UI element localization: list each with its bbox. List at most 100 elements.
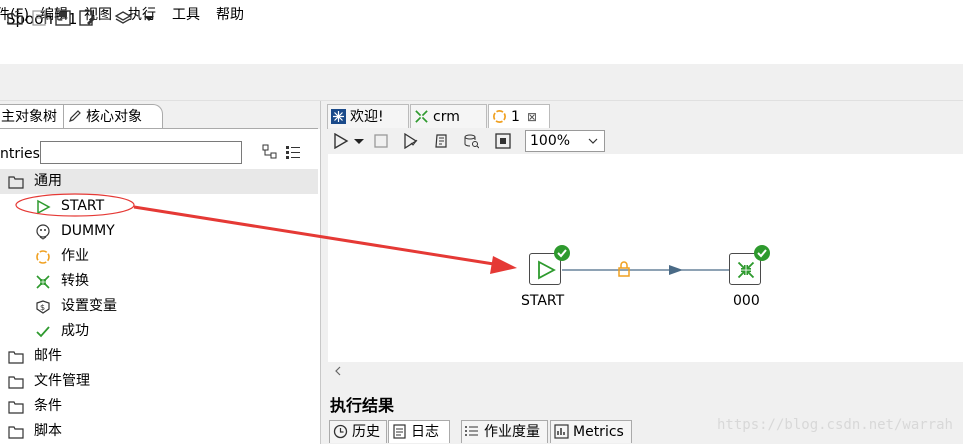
tree-item-dummy[interactable]: DUMMY — [0, 219, 318, 244]
results-title: 执行结果 — [330, 396, 395, 415]
tab-job-metrics-label: 作业度量 — [484, 424, 540, 440]
stop-icon[interactable] — [373, 133, 389, 149]
scroll-left-icon[interactable] — [334, 366, 342, 376]
log-icon — [393, 424, 406, 439]
tree-item-mail[interactable]: 邮件 — [0, 344, 318, 369]
tree-item-conditions[interactable]: 条件 — [0, 394, 318, 419]
tree-item-label: 邮件 — [34, 348, 62, 364]
layers-icon[interactable] — [114, 9, 132, 27]
tab-close-icon[interactable]: ⊠ — [527, 105, 537, 129]
dummy-icon — [36, 224, 50, 240]
menu-bar — [0, 38, 963, 64]
tree-item-label: 成功 — [61, 323, 89, 339]
tab-job-1[interactable]: 1 ⊠ — [488, 104, 550, 129]
database-search-icon[interactable] — [463, 133, 479, 149]
tree-item-label: 转换 — [61, 273, 89, 289]
job-icon — [493, 110, 506, 123]
metrics-icon — [554, 424, 569, 439]
tab-log-label: 日志 — [411, 424, 439, 440]
folder-icon — [8, 176, 24, 189]
tree-item-label: DUMMY — [61, 223, 115, 239]
run-icon[interactable] — [333, 133, 349, 149]
transform-icon — [737, 261, 755, 279]
tree-item-label: START — [61, 198, 105, 214]
folder-icon — [8, 401, 24, 414]
tree-item-scripts[interactable]: 脚本 — [0, 419, 318, 444]
check-job-icon[interactable] — [403, 133, 419, 149]
search-input[interactable] — [40, 141, 242, 164]
tab-metrics-label: Metrics — [573, 424, 624, 440]
fit-screen-icon[interactable] — [495, 133, 511, 149]
folder-icon — [8, 426, 24, 439]
tab-main-object-tree[interactable]: 主对象树 — [0, 104, 66, 129]
tab-crm-label: crm — [433, 109, 460, 125]
tab-history-label: 历史 — [352, 424, 380, 440]
zoom-select[interactable]: 100% — [525, 130, 605, 152]
tab-history[interactable]: 历史 — [329, 420, 387, 443]
job-icon — [36, 250, 50, 264]
open-icon[interactable] — [6, 9, 24, 27]
menu-help[interactable]: 帮助 — [216, 4, 244, 24]
tab-log[interactable]: 日志 — [388, 420, 450, 443]
history-icon — [333, 424, 348, 439]
tree-item-success[interactable]: 成功 — [0, 319, 318, 344]
tree-item-label: 设置变量 — [61, 298, 117, 314]
pencil-icon — [69, 110, 81, 122]
tree-item-label: 作业 — [61, 248, 89, 264]
svg-text:$: $ — [40, 303, 45, 312]
lock-icon — [618, 261, 630, 277]
entries-label: ntries — [0, 146, 40, 162]
tree-item-label: 脚本 — [34, 423, 62, 439]
canvas-node-000-label: 000 — [733, 293, 760, 309]
expand-all-icon[interactable] — [262, 144, 278, 160]
tree-item-job[interactable]: 作业 — [0, 244, 318, 269]
tab-job-1-label: 1 — [511, 109, 520, 125]
tab-crm[interactable]: crm — [410, 104, 487, 129]
tab-metrics[interactable]: Metrics — [550, 420, 632, 443]
chevron-down-icon — [588, 138, 598, 144]
start-icon — [37, 199, 51, 215]
tree-item-label: 文件管理 — [34, 373, 90, 389]
save-as-icon[interactable] — [78, 9, 96, 27]
tab-core-objects[interactable]: 核心对象 — [63, 104, 163, 129]
transform-icon — [415, 110, 428, 123]
start-icon — [538, 260, 556, 280]
tree-item-start[interactable]: START — [0, 194, 318, 219]
sql-icon[interactable] — [433, 133, 449, 149]
job-canvas[interactable] — [328, 154, 963, 362]
tab-main-object-tree-label: 主对象树 — [1, 109, 57, 125]
watermark: https://blog.csdn.net/warrah — [716, 417, 953, 433]
menu-tools[interactable]: 工具 — [172, 4, 200, 24]
panel-splitter[interactable] — [321, 101, 327, 444]
tree-item-transform[interactable]: 转换 — [0, 269, 318, 294]
save-icon[interactable] — [54, 9, 72, 27]
tree-item-label: 条件 — [34, 398, 62, 414]
tree-item-file-management[interactable]: 文件管理 — [0, 369, 318, 394]
welcome-icon — [331, 109, 346, 124]
main-toolbar — [0, 64, 963, 101]
set-variable-icon: $ — [36, 300, 50, 314]
tree-item-label: 通用 — [34, 173, 62, 189]
tab-job-metrics[interactable]: 作业度量 — [461, 420, 548, 443]
tab-welcome[interactable]: 欢迎! — [327, 104, 409, 129]
tab-core-objects-label: 核心对象 — [86, 109, 142, 125]
transform-icon — [36, 275, 50, 289]
tree-item-general[interactable]: 通用 — [0, 169, 318, 194]
success-check-icon — [554, 245, 570, 261]
run-dropdown-icon[interactable] — [353, 133, 365, 149]
tab-welcome-label: 欢迎! — [350, 109, 384, 125]
success-check-icon — [754, 245, 770, 261]
left-tab-divider — [0, 128, 318, 129]
explore-icon[interactable] — [30, 9, 48, 27]
success-icon — [36, 326, 50, 338]
canvas-toolbar — [328, 128, 963, 155]
zoom-value: 100% — [530, 133, 571, 149]
tree-item-set-variable[interactable]: $ 设置变量 — [0, 294, 318, 319]
canvas-node-start-label: START — [521, 293, 565, 309]
metrics-list-icon — [465, 426, 478, 436]
layers-dropdown-icon[interactable] — [140, 9, 158, 27]
canvas-horizontal-scrollbar[interactable] — [328, 362, 963, 380]
folder-icon — [8, 376, 24, 389]
hop-connection[interactable] — [562, 260, 732, 280]
collapse-all-icon[interactable] — [285, 144, 301, 160]
